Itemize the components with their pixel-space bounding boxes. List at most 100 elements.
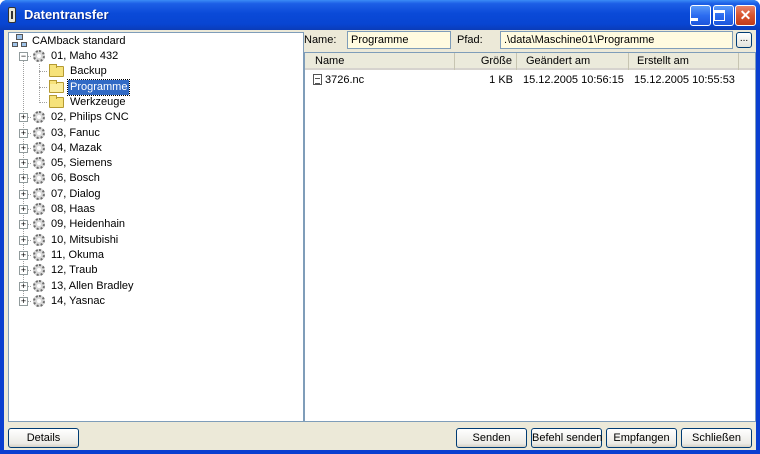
machine-gear-icon: [33, 50, 45, 62]
tree-root[interactable]: CAMback standard: [12, 34, 212, 49]
expand-icon[interactable]: +: [19, 174, 28, 184]
app-icon: [8, 7, 16, 23]
tree-connector: [39, 86, 47, 88]
machine-gear-icon: [33, 294, 45, 307]
tree-item-machine[interactable]: +10, Mitsubishi: [9, 233, 299, 248]
machine-gear-icon: [33, 248, 45, 261]
machine-gear-icon: [33, 126, 45, 139]
path-bar: Name: Programme Pfad: .\data\Maschine01\…: [302, 30, 756, 52]
send-button[interactable]: Senden: [456, 428, 527, 448]
tree-item-machine[interactable]: +11, Okuma: [9, 248, 299, 263]
folder-icon: [49, 64, 64, 78]
tree-item-machine[interactable]: +13, Allen Bradley: [9, 279, 299, 294]
tree-item-label: 06, Bosch: [51, 172, 100, 185]
expand-icon[interactable]: +: [19, 143, 28, 153]
close-window-button[interactable]: ✕: [735, 5, 756, 26]
tree-item-label: Werkzeuge: [70, 95, 126, 108]
tree-item-label: 03, Fanuc: [51, 126, 100, 139]
tree-item-machine[interactable]: +07, Dialog: [9, 187, 299, 202]
details-button[interactable]: Details: [8, 428, 79, 448]
file-name-cell: 3726.nc: [309, 72, 455, 88]
machine-gear-icon: [33, 187, 45, 200]
browse-button[interactable]: ...: [736, 32, 752, 48]
machine-gear-icon: [33, 279, 45, 292]
collapse-icon[interactable]: −: [19, 52, 28, 61]
file-list-header: Name Größe Geändert am Erstellt am: [305, 53, 755, 70]
machine-gear-icon: [33, 218, 45, 231]
expand-icon[interactable]: +: [19, 159, 28, 169]
folder-icon: [49, 94, 64, 108]
column-header-modified[interactable]: Geändert am: [517, 53, 629, 70]
minimize-icon: [691, 18, 698, 21]
maximize-button[interactable]: [713, 5, 734, 26]
expand-icon[interactable]: +: [19, 220, 28, 230]
name-field[interactable]: Programme: [347, 31, 451, 49]
tree-item-label: 13, Allen Bradley: [51, 279, 134, 292]
window-title: Datentransfer: [24, 7, 109, 22]
tree-item-machine[interactable]: +04, Mazak: [9, 141, 299, 156]
file-created-cell: 15.12.2005 10:55:53: [634, 74, 735, 86]
path-label: Pfad:: [457, 34, 483, 46]
tree-item-folder[interactable]: Programme: [9, 78, 299, 96]
client-area: CAMback standard −01, Maho 432 Backup Prog…: [4, 30, 756, 450]
expand-icon[interactable]: +: [19, 189, 28, 199]
expand-icon[interactable]: +: [19, 281, 28, 291]
expand-icon[interactable]: +: [19, 205, 28, 214]
name-label: Name:: [304, 34, 337, 46]
expand-icon[interactable]: +: [19, 128, 28, 138]
tree-item-label: 08, Haas: [51, 203, 96, 215]
maximize-icon: [714, 10, 725, 21]
send-command-button[interactable]: Befehl senden: [531, 428, 602, 448]
machine-gear-icon: [33, 203, 45, 215]
tree-item-folder[interactable]: Werkzeuge: [9, 94, 299, 110]
expand-icon[interactable]: +: [19, 296, 28, 306]
tree-item-label: 05, Siemens: [51, 157, 113, 170]
file-list[interactable]: Name Größe Geändert am Erstellt am 3726.…: [304, 52, 756, 422]
tree-connector: [39, 71, 47, 73]
expand-icon[interactable]: +: [19, 266, 28, 276]
tree-item-machine[interactable]: +03, Fanuc: [9, 126, 299, 141]
tree-item-label: 14, Yasnac: [51, 294, 106, 307]
file-size-cell: 1 KB: [489, 74, 513, 86]
column-header-name[interactable]: Name: [305, 53, 455, 70]
tree-item-label: Programme: [66, 78, 131, 96]
column-header-size[interactable]: Größe: [455, 53, 517, 70]
tree-item-label: 04, Mazak: [51, 141, 102, 154]
tree-connector: [39, 101, 47, 103]
tree-item-folder[interactable]: Backup: [9, 64, 299, 79]
expand-icon[interactable]: +: [19, 113, 28, 123]
machine-tree[interactable]: CAMback standard − 01, Maho 432 Backup Prog…: [8, 32, 304, 422]
close-button[interactable]: Schließen: [681, 428, 752, 448]
column-header-created[interactable]: Erstellt am: [629, 53, 739, 70]
tree-item-machine[interactable]: +08, Haas: [9, 202, 299, 217]
path-field[interactable]: .\data\Maschine01\Programme: [500, 31, 733, 49]
tree-item-machine[interactable]: +09, Heidenhain: [9, 217, 299, 232]
tree-item-machine[interactable]: +06, Bosch: [9, 171, 299, 186]
machine-gear-icon: [33, 141, 45, 154]
network-icon: [12, 34, 27, 49]
file-name: 3726.nc: [325, 74, 365, 86]
expand-icon[interactable]: +: [19, 250, 28, 260]
title-bar[interactable]: Datentransfer ✕: [0, 0, 760, 30]
tree-item-label: 11, Okuma: [51, 248, 104, 261]
close-icon: ✕: [739, 7, 752, 23]
tree-item-machine[interactable]: − 01, Maho 432: [9, 49, 299, 64]
tree-item-machine[interactable]: +14, Yasnac: [9, 294, 299, 309]
tree-item-label: 09, Heidenhain: [51, 218, 126, 231]
machine-gear-icon: [33, 264, 45, 277]
machine-gear-icon: [33, 233, 45, 246]
receive-button[interactable]: Empfangen: [606, 428, 677, 448]
tree-item-machine[interactable]: +05, Siemens: [9, 156, 299, 171]
tree-item-machine[interactable]: +12, Traub: [9, 263, 299, 278]
minimize-button[interactable]: [690, 5, 711, 26]
tree-item-label: 02, Philips CNC: [51, 111, 129, 124]
tree-item-label: Backup: [70, 65, 107, 78]
document-icon: [313, 74, 322, 85]
folder-open-icon: [49, 79, 64, 93]
machine-gear-icon: [33, 172, 45, 185]
tree-item-machine[interactable]: +02, Philips CNC: [9, 110, 299, 125]
expand-icon[interactable]: +: [19, 235, 28, 245]
tree-root-label: CAMback standard: [32, 35, 126, 47]
datentransfer-window: Datentransfer ✕ CAMback standard − 01, Ma…: [0, 0, 760, 454]
table-row[interactable]: 3726.nc 1 KB 15.12.2005 10:56:15 15.12.2…: [305, 72, 755, 88]
